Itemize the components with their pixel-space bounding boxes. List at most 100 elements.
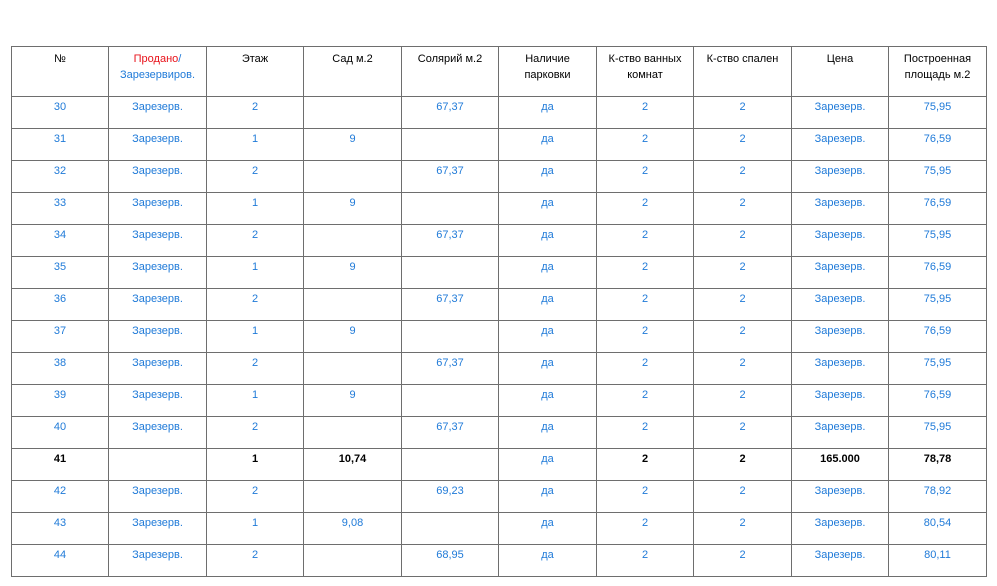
cell-solarium (401, 128, 499, 161)
cell-parking: да (498, 512, 597, 545)
cell-parking: да (498, 352, 597, 385)
cell-status: Зарезерв. (108, 416, 207, 449)
cell-bathrooms: 2 (596, 288, 694, 321)
cell-garden: 9 (303, 128, 402, 161)
cell-price: Зарезерв. (791, 224, 889, 257)
cell-bathrooms: 2 (596, 160, 694, 193)
table-row: 31 Зарезерв. 1 9 да 2 2 Зарезерв. 76,59 (11, 128, 987, 161)
cell-garden (303, 160, 402, 193)
cell-area: 75,95 (888, 288, 987, 321)
header-status: Продано/ Зарезервиров. (108, 46, 207, 97)
table-row: 32 Зарезерв. 2 67,37 да 2 2 Зарезерв. 75… (11, 160, 987, 193)
cell-garden (303, 416, 402, 449)
cell-solarium: 67,37 (401, 416, 499, 449)
cell-number: 32 (11, 160, 109, 193)
table-row: 30 Зарезерв. 2 67,37 да 2 2 Зарезерв. 75… (11, 96, 987, 129)
cell-solarium (401, 448, 499, 481)
cell-area: 78,92 (888, 480, 987, 513)
cell-solarium (401, 384, 499, 417)
cell-floor: 1 (206, 512, 304, 545)
header-floor: Этаж (206, 46, 304, 97)
cell-floor: 2 (206, 352, 304, 385)
cell-bedrooms: 2 (693, 128, 792, 161)
cell-bathrooms: 2 (596, 192, 694, 225)
cell-number: 33 (11, 192, 109, 225)
header-area-label: Построенная площадь м.2 (903, 53, 972, 81)
cell-number: 39 (11, 384, 109, 417)
cell-floor: 1 (206, 320, 304, 353)
table-row: 43 Зарезерв. 1 9,08 да 2 2 Зарезерв. 80,… (11, 512, 987, 545)
cell-floor: 2 (206, 416, 304, 449)
cell-number: 36 (11, 288, 109, 321)
cell-price: Зарезерв. (791, 544, 889, 577)
cell-status: Зарезерв. (108, 256, 207, 289)
cell-price: Зарезерв. (791, 512, 889, 545)
cell-floor: 1 (206, 448, 304, 481)
cell-bathrooms: 2 (596, 512, 694, 545)
cell-number: 35 (11, 256, 109, 289)
cell-price: Зарезерв. (791, 160, 889, 193)
cell-area: 76,59 (888, 384, 987, 417)
cell-status: Зарезерв. (108, 384, 207, 417)
cell-number: 34 (11, 224, 109, 257)
table-row: 39 Зарезерв. 1 9 да 2 2 Зарезерв. 76,59 (11, 384, 987, 417)
cell-solarium: 67,37 (401, 224, 499, 257)
header-floor-label: Этаж (241, 53, 269, 65)
cell-floor: 1 (206, 192, 304, 225)
table-row: 35 Зарезерв. 1 9 да 2 2 Зарезерв. 76,59 (11, 256, 987, 289)
cell-parking: да (498, 224, 597, 257)
cell-bedrooms: 2 (693, 192, 792, 225)
cell-bedrooms: 2 (693, 448, 792, 481)
cell-garden: 10,74 (303, 448, 402, 481)
apartments-table: № Продано/ Зарезервиров. Этаж Сад м.2 Со… (11, 46, 987, 577)
cell-bedrooms: 2 (693, 224, 792, 257)
cell-number: 37 (11, 320, 109, 353)
cell-garden: 9 (303, 256, 402, 289)
cell-bedrooms: 2 (693, 512, 792, 545)
header-solarium: Солярий м.2 (401, 46, 499, 97)
cell-price: Зарезерв. (791, 480, 889, 513)
cell-bedrooms: 2 (693, 384, 792, 417)
cell-bedrooms: 2 (693, 96, 792, 129)
cell-garden (303, 224, 402, 257)
cell-status: Зарезерв. (108, 128, 207, 161)
cell-garden: 9 (303, 320, 402, 353)
cell-number: 31 (11, 128, 109, 161)
cell-bathrooms: 2 (596, 352, 694, 385)
cell-number: 44 (11, 544, 109, 577)
cell-floor: 2 (206, 544, 304, 577)
cell-bedrooms: 2 (693, 256, 792, 289)
cell-area: 75,95 (888, 352, 987, 385)
cell-status: Зарезерв. (108, 96, 207, 129)
cell-area: 75,95 (888, 96, 987, 129)
cell-status: Зарезерв. (108, 512, 207, 545)
cell-area: 80,11 (888, 544, 987, 577)
header-number-label: № (54, 53, 66, 65)
cell-number: 41 (11, 448, 109, 481)
cell-status: Зарезерв. (108, 544, 207, 577)
cell-bathrooms: 2 (596, 544, 694, 577)
cell-status: Зарезерв. (108, 192, 207, 225)
cell-floor: 2 (206, 160, 304, 193)
cell-solarium (401, 512, 499, 545)
cell-bedrooms: 2 (693, 352, 792, 385)
header-bedrooms: К-ство спален (693, 46, 792, 97)
cell-bathrooms: 2 (596, 480, 694, 513)
table-row: 33 Зарезерв. 1 9 да 2 2 Зарезерв. 76,59 (11, 192, 987, 225)
cell-bedrooms: 2 (693, 320, 792, 353)
cell-price: Зарезерв. (791, 288, 889, 321)
cell-bedrooms: 2 (693, 160, 792, 193)
table-row-available: 41 1 10,74 да 2 2 165.000 78,78 (11, 448, 987, 481)
cell-status: Зарезерв. (108, 320, 207, 353)
table-row: 37 Зарезерв. 1 9 да 2 2 Зарезерв. 76,59 (11, 320, 987, 353)
cell-bathrooms: 2 (596, 224, 694, 257)
cell-number: 42 (11, 480, 109, 513)
cell-area: 80,54 (888, 512, 987, 545)
cell-parking: да (498, 160, 597, 193)
cell-number: 38 (11, 352, 109, 385)
cell-bathrooms: 2 (596, 256, 694, 289)
header-solarium-label: Солярий м.2 (417, 53, 483, 65)
cell-area: 76,59 (888, 256, 987, 289)
cell-solarium (401, 192, 499, 225)
cell-area: 76,59 (888, 320, 987, 353)
